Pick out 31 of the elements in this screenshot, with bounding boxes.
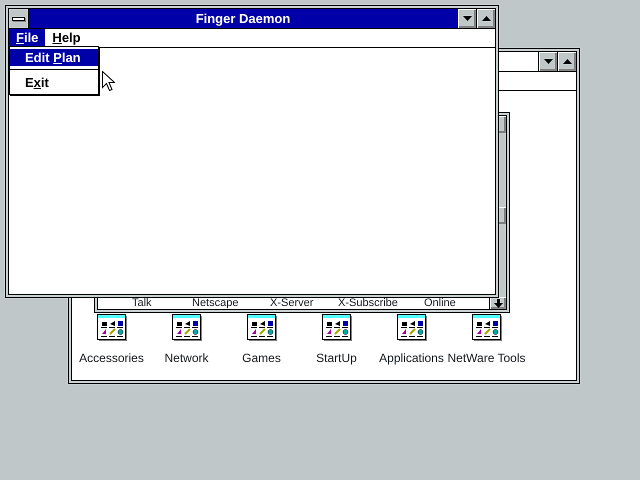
minimize-button[interactable] bbox=[538, 52, 557, 71]
program-item-label[interactable]: Netscape bbox=[192, 297, 270, 309]
group-label[interactable]: Accessories bbox=[79, 351, 144, 365]
maximize-button[interactable] bbox=[476, 9, 495, 28]
down-arrow-icon bbox=[544, 59, 552, 64]
group-label[interactable]: Applications bbox=[379, 351, 444, 365]
scroll-down-button[interactable] bbox=[490, 297, 506, 309]
program-group-icon[interactable] bbox=[472, 314, 502, 342]
program-item-label[interactable]: X-Server bbox=[270, 297, 338, 309]
program-item-label[interactable]: Online bbox=[424, 297, 484, 309]
program-group-icon[interactable] bbox=[96, 314, 126, 342]
program-group-icon[interactable] bbox=[322, 314, 352, 342]
group-label[interactable]: StartUp bbox=[316, 351, 357, 365]
program-group-icon[interactable] bbox=[246, 314, 276, 342]
program-group-icon[interactable] bbox=[396, 314, 426, 342]
mouse-pointer-icon bbox=[102, 71, 115, 92]
group-label[interactable]: NetWare Tools bbox=[447, 351, 526, 365]
up-arrow-icon bbox=[562, 59, 572, 64]
group-label[interactable]: Network bbox=[164, 351, 208, 365]
down-arrow-icon bbox=[462, 16, 472, 21]
group-label[interactable]: Games bbox=[242, 351, 281, 365]
window-title: Finger Daemon bbox=[194, 10, 292, 28]
program-item-label[interactable]: X-Subscribe bbox=[338, 297, 424, 309]
system-menu-button[interactable] bbox=[9, 9, 29, 28]
program-group-icon[interactable] bbox=[172, 314, 202, 342]
menu-item[interactable]: Edit Plan bbox=[10, 49, 98, 66]
program-item-label[interactable]: Talk bbox=[132, 297, 192, 309]
menu-item[interactable]: File bbox=[9, 29, 46, 47]
minimize-button[interactable] bbox=[457, 9, 476, 28]
up-arrow-icon bbox=[482, 16, 490, 21]
maximize-button[interactable] bbox=[557, 52, 576, 71]
